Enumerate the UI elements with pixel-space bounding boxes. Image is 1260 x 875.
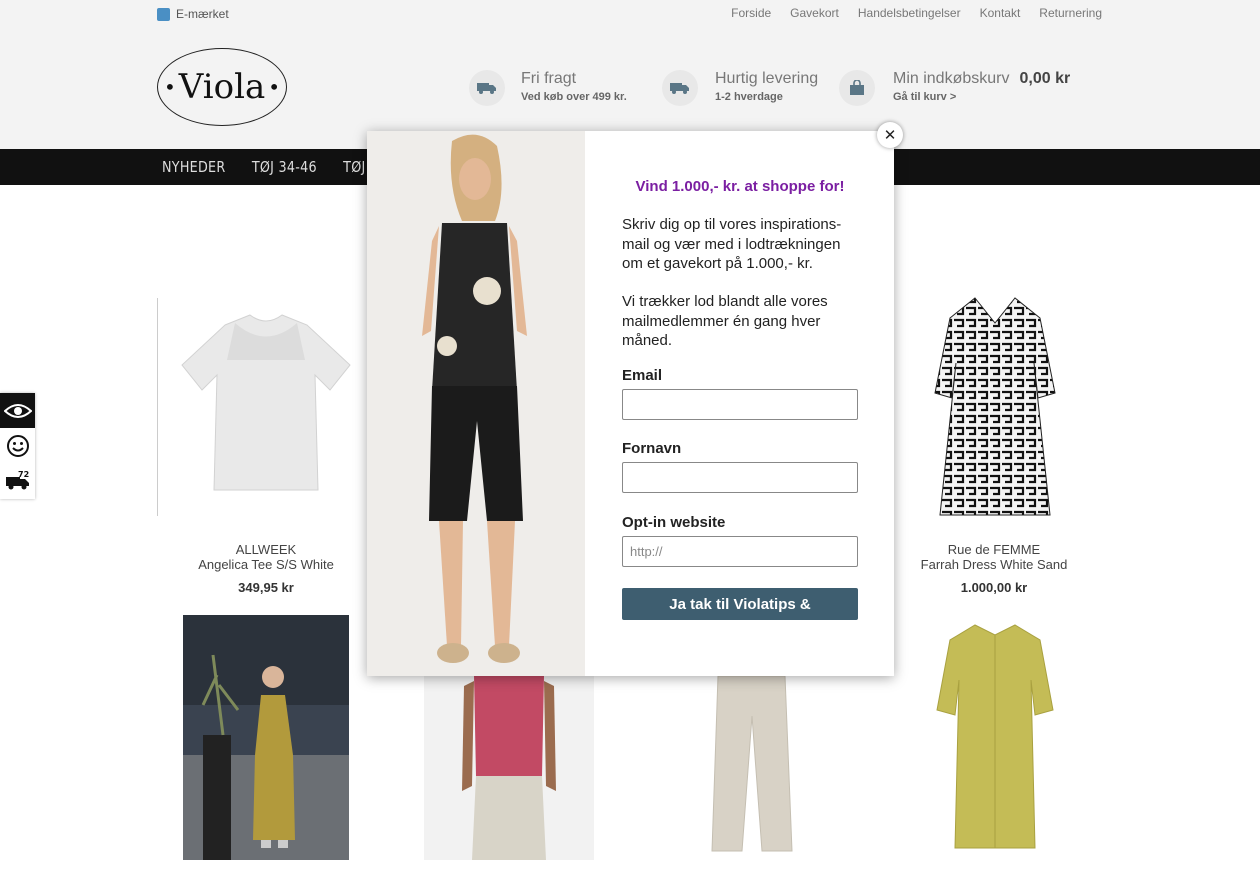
usp-sub: 1-2 hverdage xyxy=(715,91,783,103)
truck-icon xyxy=(469,70,505,106)
email-field[interactable] xyxy=(622,389,858,420)
cart-title: Min indkøbskurv xyxy=(893,70,1010,87)
site-logo[interactable]: • Viola • xyxy=(157,48,287,126)
usp-title: Fri fragt xyxy=(521,70,577,87)
usp-title: Hurtig levering xyxy=(715,70,819,87)
fornavn-field[interactable] xyxy=(622,462,858,493)
nav-item-toj-34-46[interactable]: TØJ 34-46 xyxy=(252,158,317,176)
newsletter-modal: Vind 1.000,- kr. at shoppe for! Skriv di… xyxy=(367,131,894,676)
top-link-kontakt[interactable]: Kontakt xyxy=(980,6,1021,20)
emaerket-label: E-mærket xyxy=(176,7,229,21)
emaerket-badge[interactable]: E-mærket xyxy=(157,7,229,21)
email-label: Email xyxy=(622,367,663,384)
modal-draw-text: Vi trækker lod blandt alle vores mailmed… xyxy=(622,293,828,349)
modal-intro-text: Skriv dig op til vores inspirations-mail… xyxy=(622,216,842,272)
product-image[interactable] xyxy=(935,620,1055,855)
product-name: Farrah Dress White Sand xyxy=(920,557,1068,572)
usp-free-shipping: Fri fragt Ved køb over 499 kr. xyxy=(521,70,627,103)
top-links: Forside Gavekort Handelsbetingelser Kont… xyxy=(731,6,1102,20)
shopping-bag-icon xyxy=(839,70,875,106)
product-price: 1.000,00 kr xyxy=(960,580,1028,595)
website-label: Opt-in website xyxy=(622,514,726,531)
top-link-returnering[interactable]: Returnering xyxy=(1039,6,1102,20)
emaerket-icon xyxy=(157,7,170,21)
truck-icon xyxy=(662,70,698,106)
close-icon[interactable]: ✕ xyxy=(877,122,903,148)
accessibility-toolbar: 72 xyxy=(0,393,35,499)
website-field[interactable]: http:// xyxy=(622,536,858,567)
product-image[interactable] xyxy=(930,293,1060,519)
cart-link[interactable]: Gå til kurv > xyxy=(893,91,1070,103)
modal-model-photo xyxy=(367,131,585,676)
product-card-4[interactable]: Rue de FEMME Farrah Dress White Sand 1.0… xyxy=(885,542,1103,595)
product-image[interactable] xyxy=(424,676,594,860)
fornavn-label: Fornavn xyxy=(622,440,682,457)
product-brand: ALLWEEK xyxy=(235,542,297,557)
divider xyxy=(157,298,158,516)
product-brand: Rue de FEMME xyxy=(947,542,1041,557)
nav-items: NYHEDER TØJ 34-46 TØJ 42 xyxy=(162,158,387,176)
subscribe-button[interactable]: Ja tak til Violatips & xyxy=(622,588,858,620)
product-image[interactable] xyxy=(700,675,800,856)
product-card-1[interactable]: ALLWEEK Angelica Tee S/S White 349,95 kr xyxy=(157,542,375,595)
product-image[interactable] xyxy=(180,305,352,500)
product-image[interactable] xyxy=(183,615,349,860)
usp-sub: Ved køb over 499 kr. xyxy=(521,91,627,103)
eye-icon[interactable] xyxy=(0,393,35,428)
delivery-72-icon[interactable]: 72 xyxy=(0,463,35,499)
nav-item-nyheder[interactable]: NYHEDER xyxy=(162,158,225,176)
product-name: Angelica Tee S/S White xyxy=(198,557,334,572)
top-link-gavekort[interactable]: Gavekort xyxy=(790,6,839,20)
modal-title: Vind 1.000,- kr. at shoppe for! xyxy=(635,178,845,195)
product-price: 349,95 kr xyxy=(238,580,294,595)
top-link-forside[interactable]: Forside xyxy=(731,6,771,20)
svg-text:72: 72 xyxy=(18,471,29,479)
usp-fast-delivery: Hurtig levering 1-2 hverdage xyxy=(715,70,818,103)
top-link-handelsbetingelser[interactable]: Handelsbetingelser xyxy=(858,6,961,20)
cart-amount: 0,00 kr xyxy=(1019,70,1071,87)
cart-summary[interactable]: Min indkøbskurv 0,00 kr Gå til kurv > xyxy=(893,70,1070,103)
smiley-icon[interactable] xyxy=(0,428,35,463)
